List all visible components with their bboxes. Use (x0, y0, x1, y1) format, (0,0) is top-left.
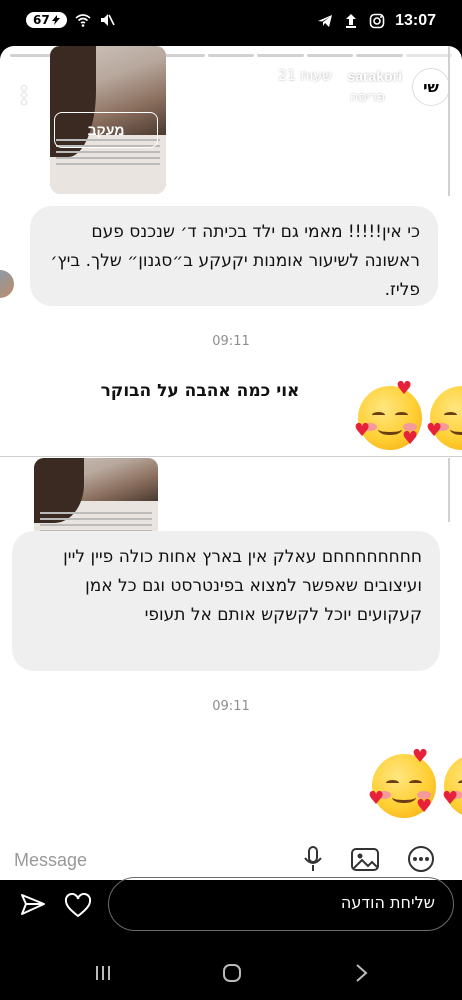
back-icon[interactable] (350, 962, 372, 984)
avatar-text: שי (423, 78, 439, 96)
recent-apps-icon[interactable] (92, 962, 114, 984)
location-icon (389, 91, 402, 104)
send-icon[interactable] (20, 892, 46, 918)
mute-icon (100, 14, 115, 26)
clock: 13:07 (395, 12, 436, 29)
screen: 67 13:07 שי sarakori 21 שעות פריסה מעקב … (0, 0, 462, 1000)
more-icon[interactable] (406, 846, 436, 872)
wifi-icon (75, 14, 91, 27)
home-icon[interactable] (221, 962, 243, 984)
follow-button[interactable]: מעקב (54, 112, 158, 148)
system-nav-bar (0, 950, 462, 1000)
smiling-face-with-hearts-emoji[interactable]: ♥ (426, 386, 462, 450)
message-timestamp: 09:11 (212, 334, 250, 349)
smiling-face-with-hearts-emoji[interactable]: ♥ ♥ ♥ (368, 748, 436, 818)
gallery-icon[interactable] (350, 846, 380, 872)
upload-icon (346, 14, 357, 28)
location-label: פריסה (349, 90, 385, 105)
story-time-ago: 21 שעות (278, 68, 332, 84)
smiling-face-with-hearts-emoji[interactable]: ♥ ♥ ♥ (354, 380, 422, 450)
story-viewer[interactable]: שי sarakori 21 שעות פריסה מעקב כי אין!!!… (0, 46, 462, 880)
battery-indicator: 67 (26, 12, 67, 28)
story-location[interactable]: פריסה (350, 90, 402, 105)
message-input[interactable]: Message (14, 850, 87, 871)
smiling-face-with-hearts-emoji[interactable]: ♥ (442, 754, 462, 818)
message-timestamp: 09:11 (212, 699, 250, 714)
status-right: 13:07 (317, 12, 436, 30)
heart-icon[interactable] (64, 893, 92, 919)
divider (0, 456, 462, 457)
reply-line (448, 458, 450, 522)
reply-line (448, 46, 450, 196)
mic-icon[interactable] (302, 846, 324, 872)
message-bubble[interactable]: כי אין!!!!! מאמי גם ילד בכיתה ד׳ שנכנס פ… (30, 206, 438, 306)
status-left: 67 (26, 12, 115, 28)
telegram-icon (318, 15, 333, 27)
more-options-icon[interactable] (22, 86, 26, 104)
message-bubble[interactable]: חחחחחחחחם עאלק אין בארץ אחות כולה פיין ל… (12, 531, 440, 671)
instagram-icon (369, 13, 385, 29)
composer-actions (302, 846, 436, 872)
reply-input[interactable]: שליחת הודעה (108, 877, 454, 931)
message-composer: Message (0, 832, 462, 880)
sender-avatar[interactable] (0, 270, 14, 298)
charging-icon (51, 15, 60, 25)
avatar[interactable]: שי (412, 68, 450, 106)
battery-level: 67 (33, 13, 50, 27)
status-bar: 67 13:07 (0, 0, 462, 44)
story-reply-bar: שליחת הודעה (0, 877, 462, 931)
sticker-caption: אוי כמה אהבה על הבוקר (100, 381, 300, 401)
username[interactable]: sarakori (348, 68, 402, 84)
